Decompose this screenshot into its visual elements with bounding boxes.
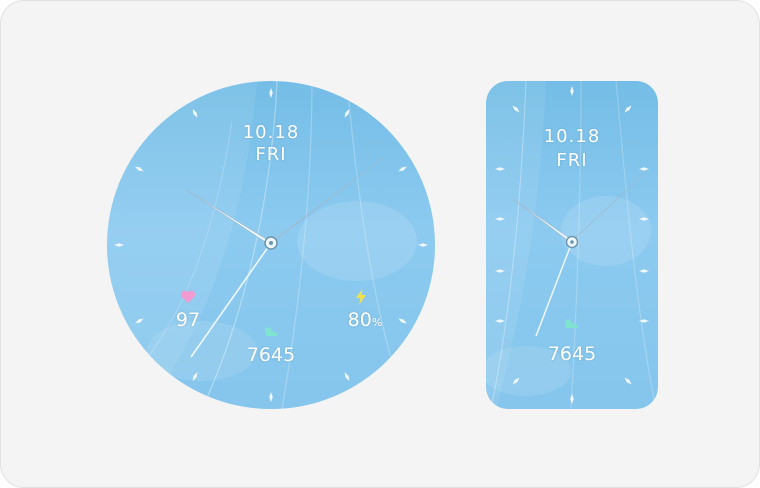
round-watch-face[interactable]: 10.18 FRI 97 80% 7645	[107, 81, 435, 409]
preview-card: 10.18 FRI 97 80% 7645 10.18 FRI 7645	[0, 0, 760, 488]
round-clock-hands	[184, 156, 385, 358]
band-watch-face[interactable]: 10.18 FRI 7645	[486, 81, 658, 409]
band-clock-hands	[512, 170, 648, 337]
